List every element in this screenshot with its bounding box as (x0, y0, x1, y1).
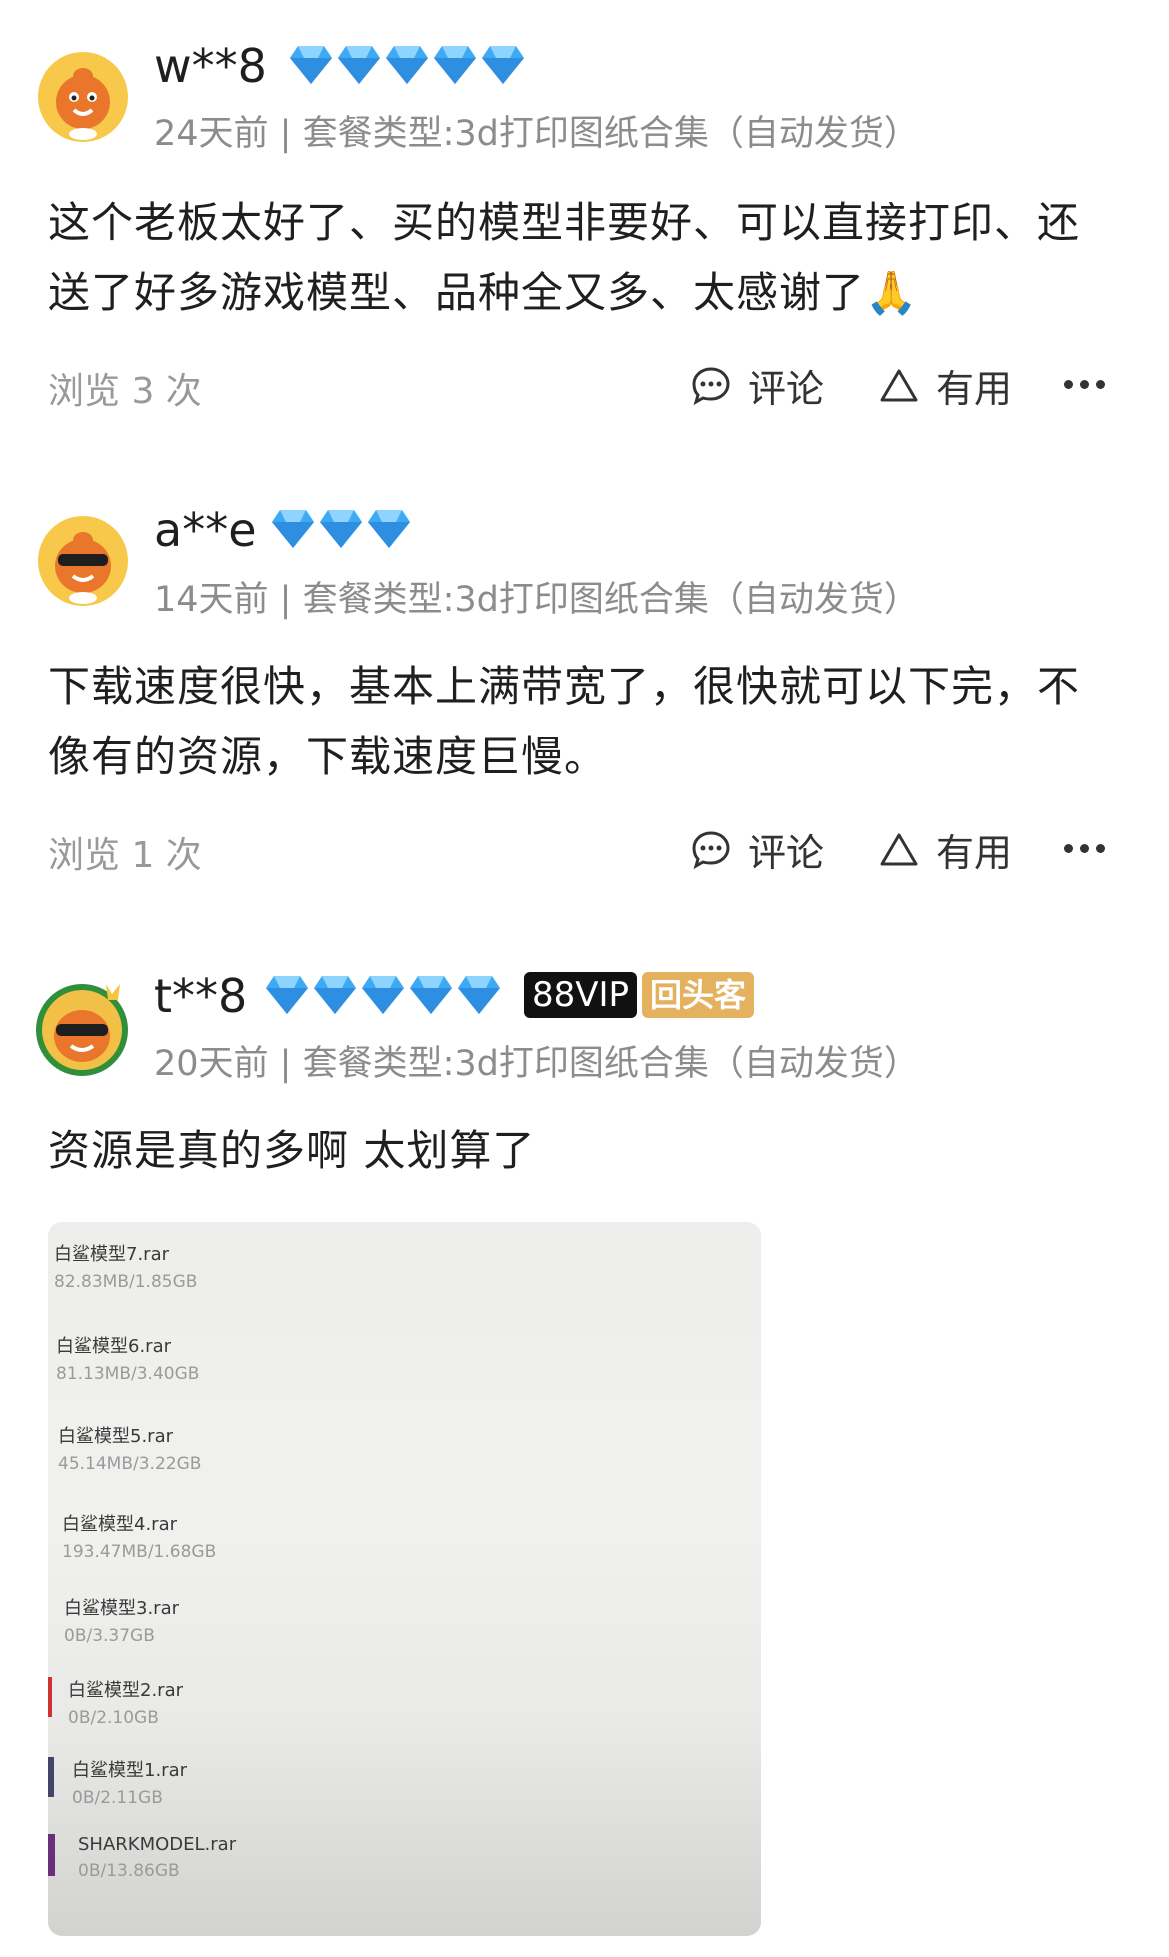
file-item: 白鲨模型7.rar 82.83MB/1.85GB (54, 1240, 197, 1292)
file-size: 0B/3.37GB (64, 1626, 155, 1646)
review-photo[interactable]: 白鲨模型7.rar 82.83MB/1.85GB 白鲨模型6.rar 81.13… (48, 1222, 761, 1936)
file-name: 白鲨模型6.rar (56, 1336, 172, 1357)
review-text: 资源是真的多啊 太划算了 (48, 1116, 1128, 1186)
file-item: 白鲨模型3.rar 0B/3.37GB (64, 1594, 179, 1646)
diamond-icon (266, 976, 308, 1014)
diamond-icon (410, 976, 452, 1014)
file-name: 白鲨模型3.rar (64, 1598, 180, 1619)
repeat-customer-badge: 回头客 (642, 972, 755, 1018)
file-type-stripe (48, 1834, 55, 1876)
diamond-icon (314, 976, 356, 1014)
file-type-stripe (48, 1677, 52, 1717)
file-size: 193.47MB/1.68GB (62, 1542, 217, 1562)
diamond-icon (362, 976, 404, 1014)
file-name: 白鲨模型5.rar (58, 1426, 174, 1447)
review-card-3: t**8 88VIP 回头客 20天前 | 套餐类型:3d打印图纸合集（自动发货… (0, 0, 1169, 1957)
avatar-icon (36, 984, 128, 1076)
file-name: 白鲨模型1.rar (72, 1760, 188, 1781)
file-item: 白鲨模型5.rar 45.14MB/3.22GB (58, 1422, 201, 1474)
file-size: 45.14MB/3.22GB (58, 1454, 202, 1474)
avatar[interactable] (32, 978, 132, 1078)
file-name: SHARKMODEL.rar (78, 1834, 237, 1855)
file-name: 白鲨模型4.rar (62, 1514, 178, 1535)
file-name: 白鲨模型2.rar (68, 1680, 184, 1701)
file-item: 白鲨模型2.rar 0B/2.10GB (68, 1676, 183, 1728)
username: t**8 (154, 969, 248, 1023)
file-name: 白鲨模型7.rar (54, 1244, 170, 1265)
file-item: 白鲨模型1.rar 0B/2.11GB (72, 1756, 187, 1808)
file-type-stripe (48, 1757, 54, 1797)
file-item: SHARKMODEL.rar 0B/13.86GB (78, 1834, 236, 1881)
file-size: 0B/2.10GB (68, 1708, 159, 1728)
diamond-level (264, 974, 502, 1016)
file-size: 82.83MB/1.85GB (54, 1272, 198, 1292)
review-text-line: 资源是真的多啊 太划算了 (48, 1126, 536, 1175)
file-item: 白鲨模型6.rar 81.13MB/3.40GB (56, 1332, 199, 1384)
review-meta: 20天前 | 套餐类型:3d打印图纸合集（自动发货） (154, 1044, 919, 1084)
file-size: 0B/13.86GB (78, 1861, 180, 1881)
file-size: 81.13MB/3.40GB (56, 1364, 200, 1384)
vip-badge: 88VIP (524, 972, 638, 1018)
file-item: 白鲨模型4.rar 193.47MB/1.68GB (62, 1510, 216, 1562)
file-size: 0B/2.11GB (72, 1788, 163, 1808)
diamond-icon (458, 976, 500, 1014)
